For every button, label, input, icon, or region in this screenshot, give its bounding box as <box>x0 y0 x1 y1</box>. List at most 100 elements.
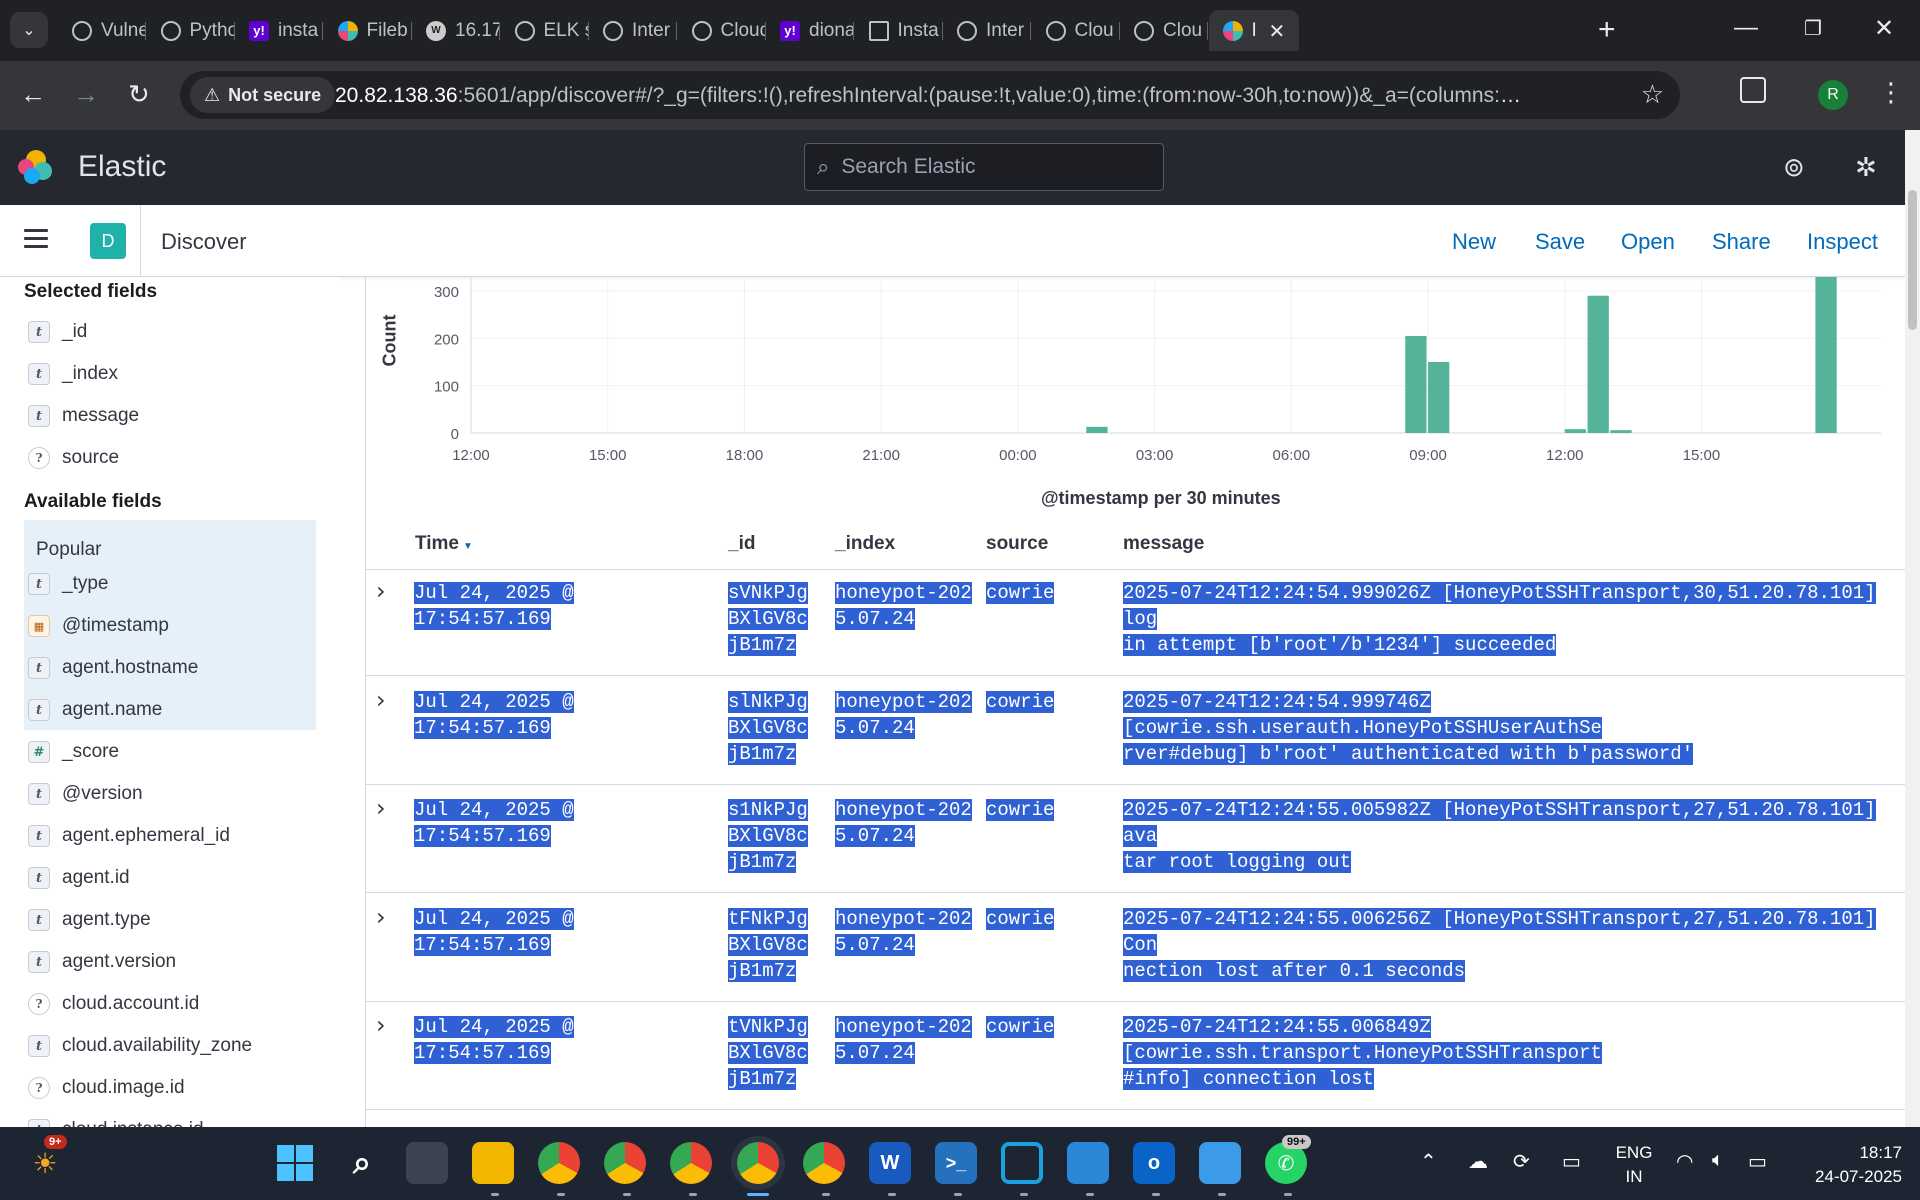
save-button[interactable]: Save <box>1535 229 1585 255</box>
close-window-button[interactable]: ✕ <box>1874 14 1894 43</box>
field-item[interactable]: ? cloud.account.id <box>28 988 199 1020</box>
extensions-icon[interactable] <box>1740 77 1766 103</box>
browser-tab[interactable]: y! diona <box>766 10 854 51</box>
file-explorer-icon[interactable] <box>472 1142 514 1184</box>
sort-desc-icon[interactable]: ▼ <box>463 541 473 552</box>
id-cell-text: jB1m7z <box>728 634 797 656</box>
column-header-source[interactable]: source <box>986 533 1048 555</box>
expand-row-chevron-icon[interactable]: › <box>376 794 386 822</box>
battery-icon[interactable]: ▭ <box>1748 1149 1767 1174</box>
chrome-profile-2-icon[interactable] <box>604 1142 646 1184</box>
expand-row-chevron-icon[interactable]: › <box>376 1011 386 1039</box>
chrome-profile-4-icon[interactable] <box>803 1142 845 1184</box>
photos-icon[interactable] <box>1199 1142 1241 1184</box>
back-button[interactable]: ← <box>20 79 46 110</box>
column-header-time[interactable]: Time ▼ <box>415 533 473 555</box>
chrome-active-icon[interactable] <box>737 1142 779 1184</box>
notepad-icon[interactable] <box>1067 1142 1109 1184</box>
browser-tab[interactable]: Inter <box>943 10 1031 51</box>
page-scrollbar[interactable] <box>1905 130 1920 1127</box>
menu-toggle-icon[interactable] <box>24 229 48 253</box>
chart-ylabel: Count <box>379 314 400 367</box>
url-text[interactable]: 20.82.138.36:5601/app/discover#/?_g=(fil… <box>335 84 1525 108</box>
outlook-icon[interactable]: o <box>1133 1142 1175 1184</box>
bookmark-star-icon[interactable]: ☆ <box>1641 79 1664 110</box>
browser-tab[interactable]: y! insta <box>235 10 323 51</box>
help-icon[interactable]: ⊚ <box>1783 152 1805 183</box>
elastic-search-input[interactable]: ⌕ Search Elastic <box>804 143 1164 191</box>
browser-tab[interactable]: ELK s <box>501 10 589 51</box>
browser-tab[interactable]: Cloud <box>678 10 766 51</box>
start-button[interactable] <box>274 1142 316 1184</box>
sync-icon[interactable]: ⟳ <box>1513 1149 1530 1174</box>
expand-row-chevron-icon[interactable]: › <box>376 903 386 931</box>
field-item[interactable]: t _index <box>28 358 118 390</box>
field-item[interactable]: t agent.version <box>28 946 176 978</box>
unknown-type-icon: ? <box>28 1077 50 1099</box>
elastic-brand[interactable]: Elastic <box>78 150 166 184</box>
close-tab-icon[interactable]: ✕ <box>1269 19 1286 44</box>
minimize-button[interactable]: — <box>1734 14 1758 42</box>
column-header-message[interactable]: message <box>1123 533 1204 555</box>
scrollbar-thumb[interactable] <box>1908 190 1917 330</box>
field-item[interactable]: # _score <box>28 736 119 768</box>
open-button[interactable]: Open <box>1621 229 1675 255</box>
field-item[interactable]: t agent.ephemeral_id <box>28 820 230 852</box>
show-hidden-icons-chevron-icon[interactable]: ⌃ <box>1420 1149 1437 1174</box>
inspect-button[interactable]: Inspect <box>1807 229 1878 255</box>
browser-tab[interactable]: Insta <box>855 10 943 51</box>
field-item[interactable]: t _type <box>28 568 108 600</box>
device-icon[interactable]: ▭ <box>1562 1149 1581 1174</box>
browser-tab[interactable]: Clou <box>1120 10 1208 51</box>
expand-row-chevron-icon[interactable]: › <box>376 686 386 714</box>
column-header-id[interactable]: _id <box>728 533 755 555</box>
task-view-icon[interactable] <box>406 1142 448 1184</box>
new-tab-button[interactable]: + <box>1598 12 1616 48</box>
field-item[interactable]: t _id <box>28 316 87 348</box>
field-item[interactable]: t agent.name <box>28 694 162 726</box>
chrome-profile-1-icon[interactable] <box>538 1142 580 1184</box>
profile-avatar[interactable]: R <box>1818 80 1848 110</box>
tab-search-button[interactable]: ⌄ <box>10 12 48 48</box>
new-button[interactable]: New <box>1452 229 1496 255</box>
address-bar[interactable]: ⚠ Not secure 20.82.138.36:5601/app/disco… <box>180 71 1680 119</box>
browser-tab[interactable]: Vulne <box>58 10 146 51</box>
field-item[interactable]: ▦ @timestamp <box>28 610 169 642</box>
browser-tab[interactable]: Pytho <box>147 10 235 51</box>
taskbar-search-icon[interactable]: ⌕ <box>341 1142 383 1184</box>
field-item[interactable]: t agent.id <box>28 862 130 894</box>
share-button[interactable]: Share <box>1712 229 1771 255</box>
browser-tab[interactable]: Inter <box>589 10 677 51</box>
field-item[interactable]: ? cloud.image.id <box>28 1072 185 1104</box>
column-header-index[interactable]: _index <box>835 533 895 555</box>
field-item[interactable]: t cloud.availability_zone <box>28 1030 252 1062</box>
browser-menu-icon[interactable]: ⋮ <box>1878 77 1904 108</box>
powershell-icon[interactable]: >_ <box>935 1142 977 1184</box>
field-item[interactable]: t cloud.instance.id <box>28 1114 204 1127</box>
snipping-tool-icon[interactable] <box>1001 1142 1043 1184</box>
forward-button[interactable]: → <box>73 79 99 110</box>
elastic-logo-icon[interactable] <box>18 150 54 186</box>
word-icon[interactable]: W <box>869 1142 911 1184</box>
browser-tab[interactable]: Fileb <box>324 10 412 51</box>
restore-button[interactable]: ❐ <box>1804 16 1822 41</box>
chrome-profile-3-icon[interactable] <box>670 1142 712 1184</box>
wifi-icon[interactable]: ◠ <box>1676 1149 1693 1174</box>
browser-tab[interactable]: Clou <box>1032 10 1120 51</box>
clock[interactable]: 18:17 24-07-2025 <box>1792 1141 1902 1189</box>
space-avatar[interactable]: D <box>90 223 126 259</box>
news-feed-icon[interactable]: ✲ <box>1855 152 1877 183</box>
field-item[interactable]: t message <box>28 400 139 432</box>
language-indicator[interactable]: ENG IN <box>1609 1141 1659 1189</box>
field-item[interactable]: t @version <box>28 778 143 810</box>
browser-tab[interactable]: I ✕ <box>1208 10 1299 51</box>
field-item[interactable]: t agent.type <box>28 904 151 936</box>
field-item[interactable]: ? source <box>28 442 119 474</box>
onedrive-icon[interactable]: ☁ <box>1468 1149 1488 1174</box>
expand-row-chevron-icon[interactable]: › <box>376 577 386 605</box>
browser-tab[interactable]: W 16.17 <box>412 10 500 51</box>
field-item[interactable]: t agent.hostname <box>28 652 198 684</box>
volume-icon[interactable]: 🔈︎ <box>1712 1149 1724 1172</box>
reload-button[interactable]: ↻ <box>128 79 150 110</box>
security-chip[interactable]: ⚠ Not secure <box>190 77 336 113</box>
